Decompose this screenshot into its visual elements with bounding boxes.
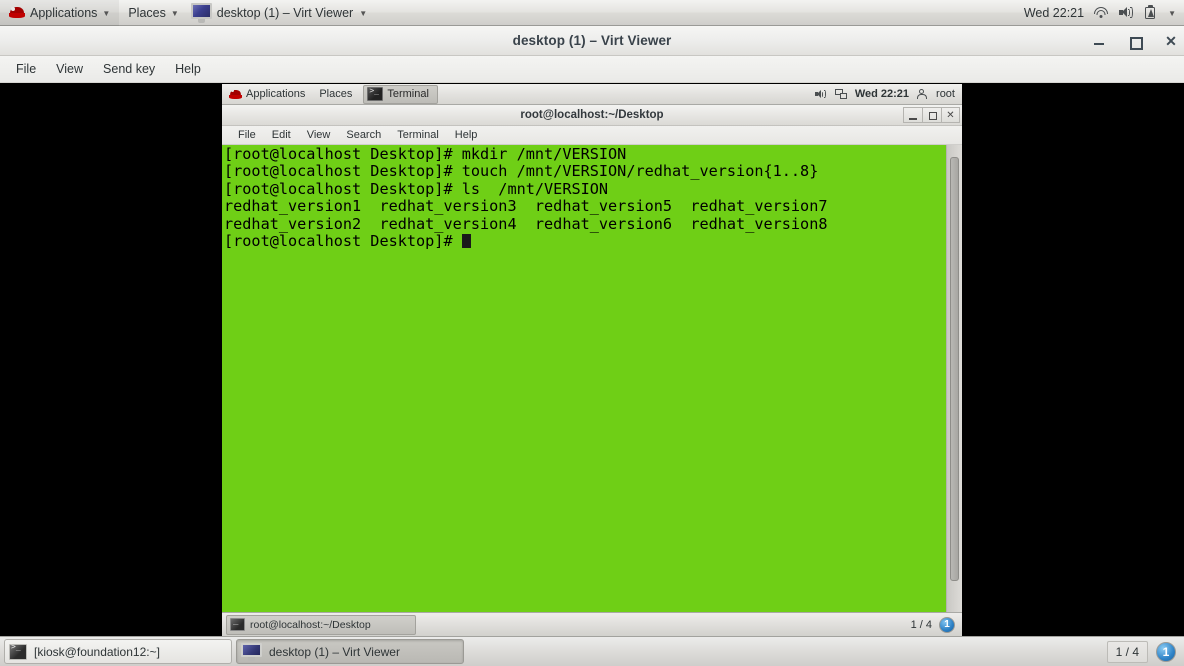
guest-desktop[interactable]: Applications Places Terminal	[222, 84, 962, 636]
terminal-scrollbar[interactable]	[946, 145, 962, 612]
host-taskbar-button2-label: desktop (1) – Virt Viewer	[269, 644, 400, 659]
vv-menu-help[interactable]: Help	[165, 56, 211, 83]
guest-taskbar-window-label: root@localhost:~/Desktop	[250, 618, 371, 631]
host-window-tab-label: desktop (1) – Virt Viewer	[216, 5, 354, 20]
guest-workspace-badge[interactable]: 1	[939, 616, 955, 633]
guest-system-tray: Wed 22:21 root	[814, 88, 962, 100]
wifi-icon[interactable]	[1093, 5, 1109, 20]
network-icon[interactable]	[834, 88, 848, 100]
virt-viewer-window: desktop (1) – Virt Viewer ✕ File View Se…	[0, 26, 1184, 636]
chevron-down-icon: ▼	[102, 8, 111, 18]
guest-top-panel: Applications Places Terminal	[222, 84, 962, 105]
vv-menu-view[interactable]: View	[46, 56, 93, 83]
term-menu-terminal[interactable]: Terminal	[389, 126, 447, 145]
host-taskbar-button-virt-viewer[interactable]: desktop (1) – Virt Viewer	[236, 639, 464, 664]
guest-window-tab-label: Terminal	[387, 88, 429, 100]
term-menu-search[interactable]: Search	[338, 126, 389, 145]
chevron-down-icon[interactable]: ▼	[1168, 9, 1176, 18]
user-icon	[916, 88, 929, 100]
guest-workspace-pager[interactable]: 1 / 4	[904, 619, 939, 631]
virt-viewer-canvas[interactable]: Applications Places Terminal	[0, 84, 1184, 636]
host-clock[interactable]: Wed 22:21	[1024, 6, 1084, 20]
terminal-scrollbar-thumb[interactable]	[950, 157, 959, 581]
host-workspace-pager[interactable]: 1 / 4	[1106, 640, 1148, 663]
host-applications-label: Applications	[30, 5, 98, 20]
terminal-cursor	[461, 234, 471, 249]
host-taskbar-button1-label: [kiosk@foundation12:~]	[34, 644, 160, 659]
redhat-logo-icon	[9, 5, 25, 20]
virt-viewer-title: desktop (1) – Virt Viewer	[512, 33, 672, 48]
terminal-maximize-button[interactable]	[922, 107, 941, 123]
chevron-down-icon: ▼	[170, 8, 179, 18]
host-window-tab-virt-viewer[interactable]: desktop (1) – Virt Viewer ▼	[190, 1, 375, 25]
host-applications-menu[interactable]: Applications ▼	[0, 0, 120, 26]
terminal-screen[interactable]: [root@localhost Desktop]# mkdir /mnt/VER…	[222, 145, 962, 612]
guest-places-menu[interactable]: Places	[312, 84, 359, 105]
terminal-window-buttons: ✕	[903, 107, 960, 123]
volume-icon[interactable]	[814, 88, 828, 100]
battery-icon[interactable]	[1143, 5, 1159, 20]
monitor-icon	[241, 642, 262, 661]
host-top-panel: Applications ▼ Places ▼ desktop (1) – Vi…	[0, 0, 1184, 26]
host-places-label: Places	[128, 5, 166, 20]
volume-icon[interactable]	[1118, 5, 1134, 20]
terminal-output-text: [root@localhost Desktop]# mkdir /mnt/VER…	[224, 145, 828, 251]
guest-places-label: Places	[319, 88, 353, 100]
guest-taskbar-window-button[interactable]: root@localhost:~/Desktop	[226, 614, 416, 635]
terminal-window: root@localhost:~/Desktop ✕ File Edit Vie…	[222, 105, 962, 612]
term-menu-file[interactable]: File	[230, 126, 264, 145]
virt-viewer-menubar: File View Send key Help	[0, 56, 1184, 83]
vv-menu-send-key[interactable]: Send key	[93, 56, 165, 83]
virt-viewer-minimize-button[interactable]	[1092, 34, 1106, 48]
guest-window-tab-terminal[interactable]: Terminal	[363, 84, 438, 104]
guest-applications-label: Applications	[246, 88, 306, 100]
host-places-menu[interactable]: Places ▼	[119, 0, 187, 26]
virt-viewer-maximize-button[interactable]	[1128, 34, 1143, 50]
chevron-down-icon: ▼	[359, 8, 368, 18]
virt-viewer-titlebar[interactable]: desktop (1) – Virt Viewer ✕	[0, 26, 1184, 56]
guest-user-label[interactable]: root	[936, 88, 955, 100]
virt-viewer-close-button[interactable]: ✕	[1164, 34, 1178, 48]
terminal-icon	[230, 616, 245, 631]
vv-menu-file[interactable]: File	[6, 56, 46, 83]
term-menu-edit[interactable]: Edit	[264, 126, 299, 145]
host-taskbar-button-kiosk-terminal[interactable]: [kiosk@foundation12:~]	[4, 639, 232, 664]
monitor-icon	[190, 2, 213, 23]
terminal-icon	[9, 642, 27, 660]
terminal-output: [root@localhost Desktop]# mkdir /mnt/VER…	[224, 145, 944, 251]
term-menu-help[interactable]: Help	[447, 126, 486, 145]
virt-viewer-window-buttons: ✕	[1092, 26, 1178, 56]
redhat-logo-icon	[229, 88, 242, 100]
guest-applications-menu[interactable]: Applications	[222, 84, 312, 105]
host-system-tray: Wed 22:21 ▼	[1024, 5, 1184, 20]
term-menu-view[interactable]: View	[299, 126, 339, 145]
terminal-menubar: File Edit View Search Terminal Help	[222, 126, 962, 145]
terminal-titlebar[interactable]: root@localhost:~/Desktop ✕	[222, 105, 962, 126]
terminal-icon	[367, 86, 384, 101]
host-taskbar: [kiosk@foundation12:~] desktop (1) – Vir…	[0, 636, 1184, 666]
terminal-title: root@localhost:~/Desktop	[520, 109, 664, 121]
screen: Applications ▼ Places ▼ desktop (1) – Vi…	[0, 0, 1184, 666]
host-workspace-badge[interactable]: 1	[1156, 641, 1176, 662]
guest-taskbar: root@localhost:~/Desktop 1 / 4 1	[222, 612, 962, 636]
guest-clock[interactable]: Wed 22:21	[855, 88, 909, 100]
terminal-close-button[interactable]: ✕	[941, 107, 960, 123]
terminal-minimize-button[interactable]	[903, 107, 922, 123]
